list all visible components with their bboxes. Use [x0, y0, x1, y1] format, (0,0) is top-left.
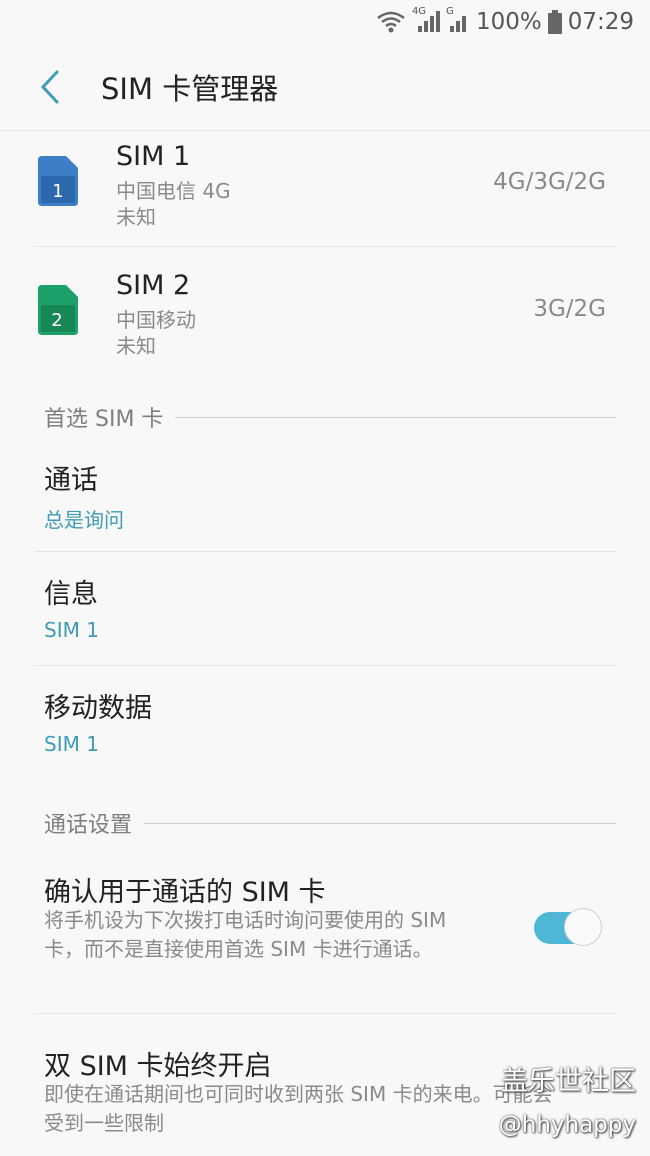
back-arrow-icon — [40, 70, 59, 104]
sim-badge-1: 1 — [52, 181, 63, 202]
sim-card-1-icon: 1 — [38, 156, 78, 206]
clock: 07:29 — [567, 9, 634, 35]
page-title: SIM 卡管理器 — [101, 72, 279, 106]
pref-value: 总是询问 — [44, 508, 124, 532]
preferred-sim-calls[interactable]: 通话 总是询问 — [34, 438, 616, 552]
pref-title: 信息 — [44, 579, 98, 610]
setting-title: 双 SIM 卡始终开启 — [44, 1051, 272, 1082]
setting-title: 确认用于通话的 SIM 卡 — [44, 877, 326, 908]
sim-carrier: 中国移动 — [116, 308, 196, 332]
back-button[interactable] — [20, 57, 80, 117]
watermark-user: @hhyhappy — [498, 1112, 636, 1138]
sim-status: 未知 — [116, 334, 156, 358]
pref-title: 移动数据 — [44, 693, 152, 724]
signal-1-icon: 4G — [412, 6, 440, 34]
sim-status: 未知 — [116, 205, 156, 229]
preferred-sim-section-header: 首选 SIM 卡 — [44, 401, 616, 433]
sim-badge-2: 2 — [51, 310, 62, 331]
section-divider — [175, 416, 616, 418]
section-title: 首选 SIM 卡 — [44, 407, 164, 432]
wifi-icon — [376, 10, 406, 34]
sim-network-types: 4G/3G/2G — [493, 169, 606, 195]
battery-icon — [547, 10, 562, 34]
signal-2-icon: G — [446, 6, 470, 34]
pref-title: 通话 — [44, 465, 98, 496]
pref-value: SIM 1 — [44, 732, 99, 756]
pref-value: SIM 1 — [44, 618, 99, 642]
sim-carrier: 中国电信 4G — [116, 179, 231, 203]
preferred-sim-mobile-data[interactable]: 移动数据 SIM 1 — [34, 666, 616, 779]
call-settings-section-header: 通话设置 — [44, 807, 616, 839]
sim-1-row[interactable]: 1 SIM 1 中国电信 4G 未知 4G/3G/2G — [34, 131, 616, 247]
watermark-community: 盖乐世社区 — [501, 1066, 636, 1097]
confirm-sim-toggle[interactable] — [534, 908, 602, 948]
setting-description: 将手机设为下次拨打电话时询问要使用的 SIM 卡，而不是直接使用首选 SIM 卡… — [44, 908, 447, 961]
app-bar: SIM 卡管理器 — [0, 44, 650, 131]
section-title: 通话设置 — [44, 813, 133, 838]
preferred-sim-messages[interactable]: 信息 SIM 1 — [34, 552, 616, 666]
setting-description: 即使在通话期间也可同时收到两张 SIM 卡的来电。可能会受到一些限制 — [44, 1082, 553, 1135]
confirm-sim-for-calls-item[interactable]: 确认用于通话的 SIM 卡 将手机设为下次拨打电话时询问要使用的 SIM 卡，而… — [34, 862, 616, 1014]
sim-2-row[interactable]: 2 SIM 2 中国移动 未知 3G/2G — [34, 260, 616, 375]
battery-percent: 100% — [475, 9, 542, 35]
sim-name: SIM 1 — [116, 141, 191, 172]
sim-name: SIM 2 — [116, 270, 191, 301]
section-divider — [144, 822, 616, 824]
network-type-label: 4G — [411, 6, 427, 17]
sim-network-types: 3G/2G — [533, 296, 606, 322]
sim-card-2-icon: 2 — [38, 285, 78, 335]
network-type-label: G — [445, 6, 454, 17]
status-bar: 4G G 100% 07:29 — [0, 0, 650, 44]
toggle-knob — [564, 908, 602, 946]
